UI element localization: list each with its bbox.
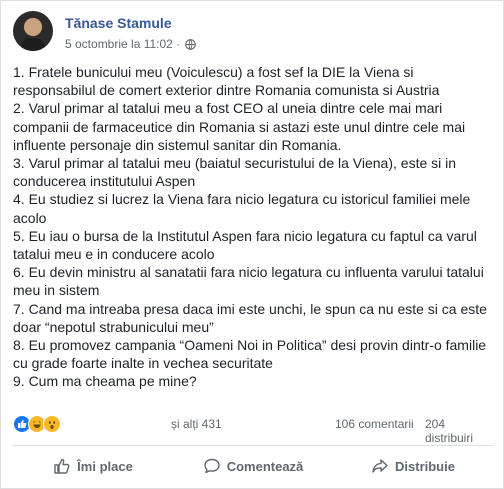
post-text-line: 6. Eu devin ministru al sanatatii fara n… — [13, 264, 484, 281]
avatar[interactable] — [13, 11, 53, 51]
speech-bubble-icon — [204, 458, 220, 474]
post-text-line: companii de farmaceutice din Romania si … — [13, 118, 466, 135]
post-text-line: 5. Eu iau o bursa de la Institutul Aspen… — [13, 227, 477, 244]
post-text-line: conducerea institutului Aspen — [13, 173, 196, 190]
post-text-line: 1. Fratele bunicului meu (Voiculescu) a … — [13, 64, 414, 80]
post-stats: și alți 431 106 comentarii 204 distribui… — [13, 415, 493, 445]
post-text-line: influente personaje din sistemul sanitar… — [13, 136, 342, 153]
wow-reaction-icon — [43, 415, 61, 433]
reactions-count[interactable]: și alți 431 — [171, 417, 222, 431]
post-text-line: cu grade foarte inalte in vechea securit… — [13, 355, 273, 372]
post-text-line: meu in sistem — [13, 282, 100, 299]
share-button-label: Distribuie — [395, 458, 455, 474]
post-body: 1. Fratele bunicului meu (Voiculescu) a … — [13, 63, 495, 391]
post-meta: 5 octombrie la 11:02 · — [65, 37, 196, 51]
post-card: Tănase Stamule 5 octombrie la 11:02 · 1.… — [0, 0, 504, 489]
post-text-line: responsabilul de comert exterior dintre … — [13, 82, 440, 99]
author-name[interactable]: Tănase Stamule — [65, 15, 172, 31]
post-text-line: acolo — [13, 209, 47, 226]
thumbs-up-icon — [54, 458, 70, 474]
share-button[interactable]: Distribuie — [333, 446, 493, 486]
action-bar: Îmi place Comentează Distribuie — [13, 446, 493, 486]
reaction-icons[interactable] — [13, 415, 61, 433]
post-text-line: 9. Cum ma cheama pe mine? — [13, 373, 197, 390]
comment-button[interactable]: Comentează — [173, 446, 333, 486]
post-header: Tănase Stamule 5 octombrie la 11:02 · — [13, 11, 493, 55]
like-button[interactable]: Îmi place — [13, 446, 173, 486]
post-text-line: 7. Cand ma intreaba presa daca imi este … — [13, 300, 487, 317]
post-text-line: 4. Eu studiez si lucrez la Viena fara ni… — [13, 191, 471, 208]
comments-count[interactable]: 106 comentarii — [335, 417, 414, 431]
like-button-label: Îmi place — [77, 458, 133, 474]
post-text-line: 8. Eu promovez campania “Oameni Noi in P… — [13, 337, 487, 354]
shares-count[interactable]: 204 distribuiri — [425, 417, 493, 445]
post-text-line: 3. Varul primar al tatalui meu (baiatul … — [13, 155, 457, 172]
post-text-line: doar “nepotul strabunicului meu” — [13, 318, 214, 335]
post-timestamp[interactable]: 5 octombrie la 11:02 · — [65, 37, 180, 51]
share-arrow-icon — [372, 459, 388, 473]
comment-button-label: Comentează — [226, 458, 304, 474]
post-text-line: 2. Varul primar al tatalui meu a fost CE… — [13, 100, 443, 117]
post-text-line: tatalui meu e in conducere acolo — [13, 246, 215, 263]
globe-icon[interactable] — [185, 38, 196, 50]
